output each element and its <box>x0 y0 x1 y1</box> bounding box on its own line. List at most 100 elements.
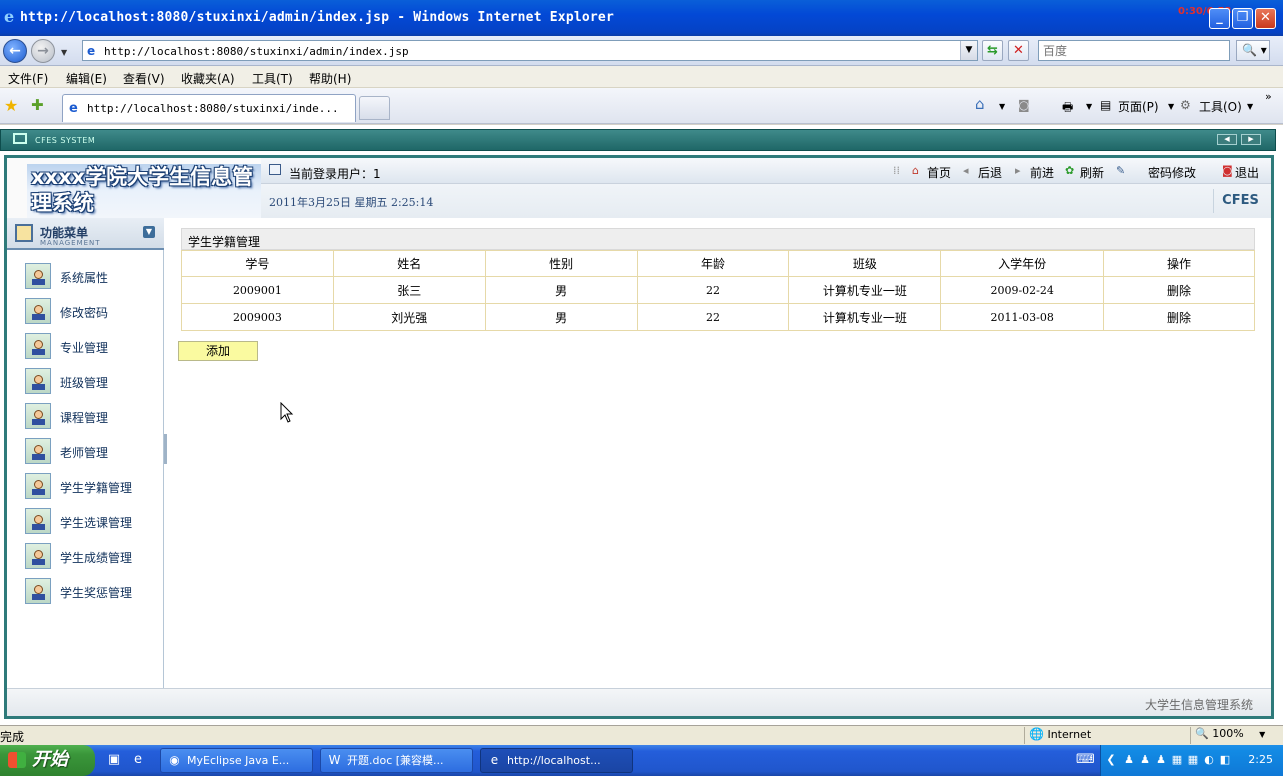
history-dropdown-icon[interactable]: ▼ <box>61 48 67 57</box>
add-button[interactable]: 添加 <box>178 341 258 361</box>
collapse-icon[interactable]: ▼ <box>143 226 155 238</box>
home-link[interactable]: 首页 <box>927 164 951 181</box>
task-ie-window[interactable]: e http://localhost... <box>480 748 633 773</box>
menu-help[interactable]: 帮助(H) <box>309 70 351 87</box>
network-icon[interactable]: ▦ <box>1186 753 1200 767</box>
eclipse-icon: ◉ <box>169 753 180 767</box>
url-text[interactable]: http://localhost:8080/stuxinxi/admin/ind… <box>104 45 409 58</box>
task-myeclipse[interactable]: ◉ MyEclipse Java E... <box>160 748 313 773</box>
qq-icon[interactable]: ♟ <box>1138 753 1152 767</box>
clock[interactable]: 2:25 <box>1248 753 1273 766</box>
home-dropdown-icon[interactable]: ▼ <box>999 102 1005 111</box>
stop-icon[interactable]: ✕ <box>1008 40 1029 61</box>
sidebar-item-label[interactable]: 专业管理 <box>60 339 108 356</box>
gear-icon[interactable]: ⚙ <box>1180 98 1191 112</box>
sidebar-item-label[interactable]: 修改密码 <box>60 304 108 321</box>
sidebar-item-system-properties[interactable]: 系统属性 <box>25 263 155 291</box>
volume-icon[interactable]: ◐ <box>1202 753 1216 767</box>
column-header-gender: 性别 <box>484 250 638 277</box>
back-button[interactable]: ← <box>3 39 27 63</box>
sidebar-item-class[interactable]: 班级管理 <box>25 368 155 396</box>
chevron-right-icon[interactable]: » <box>1265 90 1272 103</box>
menu-tools[interactable]: 工具(T) <box>252 70 293 87</box>
sidebar-item-rewards[interactable]: 学生奖惩管理 <box>25 578 155 606</box>
zoom-control[interactable]: 🔍 100% ▼ <box>1190 727 1270 744</box>
refresh-link[interactable]: 刷新 <box>1080 164 1104 181</box>
forward-button[interactable]: → <box>31 39 55 63</box>
divider-icon: ⁞⁞ <box>893 164 900 177</box>
start-button[interactable]: 开始 <box>0 745 95 776</box>
tools-dropdown-icon[interactable]: ▼ <box>1247 102 1253 111</box>
tray-app-icon[interactable]: ◧ <box>1218 753 1232 767</box>
back-link[interactable]: 后退 <box>978 164 1002 181</box>
feeds-icon[interactable]: ◙ <box>1018 98 1030 112</box>
sidebar-item-label[interactable]: 学生奖惩管理 <box>60 584 132 601</box>
zoom-dropdown-icon[interactable]: ▼ <box>1259 730 1265 739</box>
network-icon[interactable]: ▦ <box>1170 753 1184 767</box>
address-dropdown-icon[interactable]: ▼ <box>960 41 977 60</box>
sidebar-item-label[interactable]: 课程管理 <box>60 409 108 426</box>
menu-favorites[interactable]: 收藏夹(A) <box>181 70 235 87</box>
tray-expand-icon[interactable]: ❮ <box>1104 753 1118 767</box>
maximize-button[interactable]: ❐ <box>1232 8 1253 29</box>
logout-icon[interactable]: ◙ <box>1222 164 1233 177</box>
qq-icon[interactable]: ♟ <box>1154 753 1168 767</box>
prev-arrow-icon[interactable]: ◀ <box>1217 134 1237 145</box>
close-button[interactable]: ✕ <box>1255 8 1276 29</box>
minimize-button[interactable]: _ <box>1209 8 1230 29</box>
cell-gender: 男 <box>484 303 638 331</box>
sidebar-item-label[interactable]: 系统属性 <box>60 269 108 286</box>
sidebar-item-label[interactable]: 学生选课管理 <box>60 514 132 531</box>
new-tab-button[interactable] <box>359 96 390 120</box>
quicklaunch-ie-icon[interactable]: e <box>130 752 146 768</box>
search-field[interactable] <box>1038 40 1230 61</box>
back-nav-icon[interactable]: ◂ <box>963 164 969 177</box>
next-arrow-icon[interactable]: ▶ <box>1241 134 1261 145</box>
logout-link[interactable]: 退出 <box>1235 164 1259 181</box>
keyboard-icon[interactable]: ⌨ <box>1076 752 1095 768</box>
quicklaunch-desktop-icon[interactable]: ▣ <box>106 752 122 768</box>
sidebar-item-grades[interactable]: 学生成绩管理 <box>25 543 155 571</box>
system-label: CFES SYSTEM <box>35 136 96 145</box>
add-favorite-icon[interactable]: ✚ <box>31 96 44 114</box>
change-password-link[interactable]: 密码修改 <box>1148 164 1196 181</box>
globe-icon: 🌐 <box>1029 727 1044 741</box>
forward-link[interactable]: 前进 <box>1030 164 1054 181</box>
search-input[interactable] <box>1039 41 1229 60</box>
print-icon[interactable]: 🖶 <box>1062 98 1073 119</box>
security-zone[interactable]: 🌐 Internet <box>1024 727 1188 744</box>
page-menu-dropdown-icon[interactable]: ▼ <box>1168 102 1174 111</box>
sidebar-item-teacher[interactable]: 老师管理 <box>25 438 155 466</box>
forward-nav-icon[interactable]: ▸ <box>1015 164 1021 177</box>
menu-file[interactable]: 文件(F) <box>8 70 48 87</box>
tools-menu[interactable]: 工具(O) <box>1199 98 1242 115</box>
print-dropdown-icon[interactable]: ▼ <box>1086 102 1092 111</box>
tab-bar: ★ ✚ e http://localhost:8080/stuxinxi/ind… <box>0 88 1283 124</box>
sidebar-item-change-password[interactable]: 修改密码 <box>25 298 155 326</box>
delete-link[interactable]: 删除 <box>1103 276 1255 304</box>
sidebar-item-label[interactable]: 班级管理 <box>60 374 108 391</box>
sidebar-item-label[interactable]: 学生学籍管理 <box>60 479 132 496</box>
search-button[interactable]: 🔍 ▾ <box>1236 40 1270 61</box>
refresh-nav-icon[interactable]: ✿ <box>1065 164 1074 177</box>
home-icon[interactable]: ⌂ <box>975 95 985 113</box>
sidebar-item-label[interactable]: 老师管理 <box>60 444 108 461</box>
sidebar-item-label[interactable]: 学生成绩管理 <box>60 549 132 566</box>
qq-icon[interactable]: ♟ <box>1122 753 1136 767</box>
edit-password-icon[interactable]: ✎ <box>1116 164 1125 177</box>
home-nav-icon[interactable]: ⌂ <box>912 164 919 177</box>
address-bar[interactable]: e http://localhost:8080/stuxinxi/admin/i… <box>82 40 978 61</box>
sidebar-item-course[interactable]: 课程管理 <box>25 403 155 431</box>
refresh-icon[interactable]: ⇆ <box>982 40 1003 61</box>
delete-link[interactable]: 删除 <box>1103 303 1255 331</box>
menu-view[interactable]: 查看(V) <box>123 70 165 87</box>
page-menu[interactable]: 页面(P) <box>1118 98 1159 115</box>
tab-current[interactable]: e http://localhost:8080/stuxinxi/inde... <box>62 94 356 122</box>
sidebar-item-student-registry[interactable]: 学生学籍管理 <box>25 473 155 501</box>
sidebar-item-major[interactable]: 专业管理 <box>25 333 155 361</box>
menu-edit[interactable]: 编辑(E) <box>66 70 107 87</box>
page-menu-icon[interactable]: ▤ <box>1100 98 1111 112</box>
favorites-star-icon[interactable]: ★ <box>4 96 18 115</box>
task-word-doc[interactable]: W 开题.doc [兼容模... <box>320 748 473 773</box>
sidebar-item-course-selection[interactable]: 学生选课管理 <box>25 508 155 536</box>
